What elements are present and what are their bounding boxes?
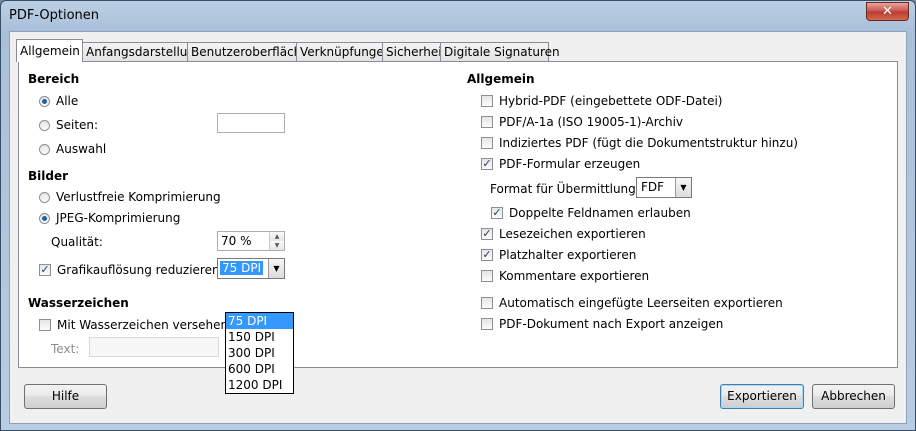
indiziert-label: Indiziertes PDF (fügt die Dokumentstrukt… bbox=[499, 136, 798, 150]
spin-down-icon[interactable]: ▼ bbox=[270, 241, 284, 250]
dialog-client: Allgemein Anfangsdarstellung Benutzerobe… bbox=[9, 31, 907, 424]
dpi-option[interactable]: 150 DPI bbox=[226, 329, 293, 345]
format-selected-value: FDF bbox=[641, 180, 665, 194]
tab-anfangsdarstellung[interactable]: Anfangsdarstellung bbox=[82, 42, 203, 61]
checkbox-platzhalter[interactable]: ✓ Platzhalter exportieren bbox=[481, 248, 636, 262]
tab-sicherheit[interactable]: Sicherheit bbox=[382, 42, 446, 61]
hybrid-label: Hybrid-PDF (eingebettete ODF-Datei) bbox=[499, 94, 723, 108]
radio-verlustfrei[interactable]: Verlustfreie Komprimierung bbox=[39, 190, 221, 204]
checkbox-indicator bbox=[481, 116, 493, 128]
formular-label: PDF-Formular erzeugen bbox=[499, 157, 641, 171]
checkbox-kommentare[interactable]: Kommentare exportieren bbox=[481, 269, 649, 283]
qualitaet-label: Qualität: bbox=[51, 235, 103, 249]
checkbox-hybrid[interactable]: Hybrid-PDF (eingebettete ODF-Datei) bbox=[481, 94, 722, 108]
chevron-down-icon[interactable]: ▼ bbox=[675, 178, 691, 197]
wasserzeichen-label: Mit Wasserzeichen versehen bbox=[57, 318, 229, 332]
checkbox-indicator: ✓ bbox=[491, 206, 503, 219]
format-combobox[interactable]: FDF ▼ bbox=[636, 177, 692, 198]
checkbox-grafikaufloesung[interactable]: ✓ Grafikauflösung reduzieren bbox=[39, 263, 220, 277]
checkbox-indicator bbox=[481, 95, 493, 107]
qualitaet-value: 70 % bbox=[221, 234, 252, 248]
radio-jpeg-label: JPEG-Komprimierung bbox=[56, 211, 181, 225]
checkbox-formular[interactable]: ✓ PDF-Formular erzeugen bbox=[481, 157, 640, 171]
radio-seiten-label: Seiten: bbox=[56, 118, 99, 132]
checkbox-indicator bbox=[481, 137, 493, 149]
pdfa-label: PDF/A-1a (ISO 19005-1)-Archiv bbox=[499, 115, 684, 129]
radio-indicator bbox=[39, 119, 50, 131]
qualitaet-spinner[interactable]: 70 % ▲ ▼ bbox=[217, 231, 285, 251]
text-label: Text: bbox=[51, 342, 80, 356]
dpi-option[interactable]: 75 DPI bbox=[226, 313, 293, 329]
radio-seiten[interactable]: Seiten: bbox=[39, 118, 98, 132]
radio-jpeg[interactable]: JPEG-Komprimierung bbox=[39, 211, 180, 225]
checkbox-wasserzeichen[interactable]: Mit Wasserzeichen versehen bbox=[39, 318, 228, 332]
checkbox-lesezeichen[interactable]: ✓ Lesezeichen exportieren bbox=[481, 227, 646, 241]
tab-verknuepfungen[interactable]: Verknüpfungen bbox=[296, 42, 391, 61]
hilfe-button[interactable]: Hilfe bbox=[24, 384, 107, 409]
radio-indicator bbox=[39, 191, 50, 203]
exportieren-button[interactable]: Exportieren bbox=[720, 384, 804, 409]
platzhalter-label: Platzhalter exportieren bbox=[499, 248, 637, 262]
dpi-combobox[interactable]: 75 DPI ▼ bbox=[217, 258, 285, 279]
checkbox-indicator bbox=[39, 319, 51, 331]
leerseiten-label: Automatisch eingefügte Leerseiten export… bbox=[499, 296, 783, 310]
checkbox-indicator bbox=[481, 270, 493, 282]
checkbox-leerseiten[interactable]: Automatisch eingefügte Leerseiten export… bbox=[481, 296, 783, 310]
bereich-heading: Bereich bbox=[28, 72, 80, 86]
window-title: PDF-Optionen bbox=[9, 8, 100, 23]
checkbox-indicator bbox=[481, 318, 493, 330]
title-bar[interactable]: PDF-Optionen ✕ bbox=[1, 1, 915, 31]
checkbox-indicator: ✓ bbox=[481, 248, 493, 261]
spin-buttons: ▲ ▼ bbox=[269, 232, 284, 250]
checkbox-indicator: ✓ bbox=[39, 263, 51, 276]
doppelte-label: Doppelte Feldnamen erlauben bbox=[509, 206, 691, 220]
anzeigen-label: PDF-Dokument nach Export anzeigen bbox=[499, 317, 724, 331]
radio-indicator bbox=[39, 95, 50, 107]
checkbox-doppelte[interactable]: ✓ Doppelte Feldnamen erlauben bbox=[491, 206, 691, 220]
kommentare-label: Kommentare exportieren bbox=[499, 269, 650, 283]
dpi-option[interactable]: 300 DPI bbox=[226, 345, 293, 361]
seiten-input[interactable] bbox=[217, 113, 285, 133]
bilder-heading: Bilder bbox=[28, 169, 69, 183]
wasserzeichen-heading: Wasserzeichen bbox=[28, 296, 129, 310]
tab-panel-allgemein: Bereich Alle Seiten: Auswahl Bilder Verl… bbox=[18, 61, 898, 394]
dpi-selected-value: 75 DPI bbox=[220, 261, 264, 275]
format-label: Format für Übermittlung: bbox=[490, 182, 640, 196]
grafikaufloesung-label: Grafikauflösung reduzieren bbox=[57, 263, 220, 277]
checkbox-anzeigen[interactable]: PDF-Dokument nach Export anzeigen bbox=[481, 317, 723, 331]
radio-indicator bbox=[39, 212, 50, 224]
tab-digitale-signaturen[interactable]: Digitale Signaturen bbox=[440, 42, 560, 61]
tab-allgemein[interactable]: Allgemein bbox=[16, 39, 83, 62]
pdf-options-dialog: PDF-Optionen ✕ Allgemein Anfangsdarstell… bbox=[0, 0, 916, 431]
close-button[interactable]: ✕ bbox=[866, 2, 909, 21]
checkbox-indicator: ✓ bbox=[481, 227, 493, 240]
checkbox-indicator bbox=[481, 297, 493, 309]
radio-alle-label: Alle bbox=[56, 94, 79, 108]
allgemein-heading: Allgemein bbox=[467, 72, 535, 86]
abbrechen-button[interactable]: Abbrechen bbox=[812, 384, 895, 409]
wasserzeichen-text-input[interactable] bbox=[89, 337, 219, 357]
dpi-option[interactable]: 600 DPI bbox=[226, 361, 293, 377]
dpi-option[interactable]: 1200 DPI bbox=[226, 377, 293, 393]
radio-auswahl[interactable]: Auswahl bbox=[39, 142, 106, 156]
tab-benutzeroberflaeche[interactable]: Benutzeroberfläche bbox=[187, 42, 309, 61]
checkbox-indiziert[interactable]: Indiziertes PDF (fügt die Dokumentstrukt… bbox=[481, 136, 798, 150]
radio-auswahl-label: Auswahl bbox=[56, 142, 107, 156]
radio-indicator bbox=[39, 143, 50, 155]
radio-alle[interactable]: Alle bbox=[39, 94, 78, 108]
chevron-down-icon[interactable]: ▼ bbox=[268, 259, 284, 278]
dpi-dropdown-list: 75 DPI 150 DPI 300 DPI 600 DPI 1200 DPI bbox=[225, 312, 294, 394]
checkbox-indicator: ✓ bbox=[481, 157, 493, 170]
spin-up-icon[interactable]: ▲ bbox=[270, 232, 284, 241]
checkbox-pdfa[interactable]: PDF/A-1a (ISO 19005-1)-Archiv bbox=[481, 115, 683, 129]
lesezeichen-label: Lesezeichen exportieren bbox=[499, 227, 646, 241]
radio-verlustfrei-label: Verlustfreie Komprimierung bbox=[56, 190, 221, 204]
